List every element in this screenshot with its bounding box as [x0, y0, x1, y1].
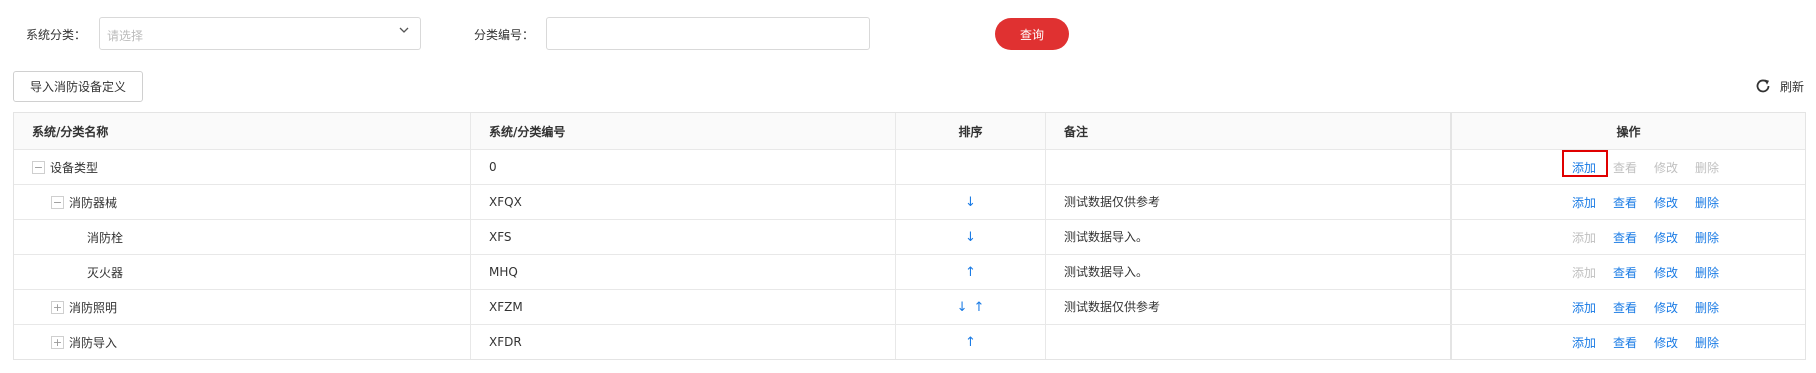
remark-text: 测试数据仅供参考	[1064, 300, 1161, 314]
header-code: 系统/分类编号	[470, 113, 895, 149]
name-cell: + 消防照明	[14, 290, 470, 324]
edit-button[interactable]: 修改	[1654, 194, 1678, 211]
chevron-down-icon	[399, 27, 409, 33]
table-row: 灭火器 MHQ ↑ 测试数据导入。 添加 查看 修改 删除	[14, 254, 1805, 289]
refresh-label: 刷新	[1779, 79, 1804, 94]
expand-icon[interactable]: +	[51, 335, 64, 349]
view-button[interactable]: 查看	[1613, 194, 1637, 211]
remark-cell: 测试数据仅供参考	[1045, 290, 1450, 324]
row-name: 灭火器	[87, 265, 124, 280]
row-name: 消防照明	[69, 300, 118, 315]
category-label: 系统分类：	[26, 28, 87, 42]
sort-cell: ↓	[895, 220, 1045, 254]
add-button[interactable]: 添加	[1572, 299, 1596, 316]
collapse-icon[interactable]: −	[32, 160, 45, 174]
arrow-up-icon[interactable]: ↑	[974, 300, 985, 315]
add-button[interactable]: 添加	[1561, 149, 1608, 177]
view-button[interactable]: 查看	[1613, 334, 1637, 351]
table-row: 消防栓 XFS ↓ 测试数据导入。 添加 查看 修改 删除	[14, 219, 1805, 254]
arrow-up-icon[interactable]: ↑	[965, 335, 976, 350]
table-header-row: 系统/分类名称 系统/分类编号 排序 备注 操作	[14, 113, 1805, 149]
sort-cell	[895, 150, 1045, 184]
code-cell: XFDR	[470, 325, 895, 359]
category-select[interactable]: 请选择	[99, 17, 421, 50]
code-cell: MHQ	[470, 255, 895, 289]
add-button: 添加	[1571, 265, 1596, 280]
sort-cell: ↓	[895, 185, 1045, 219]
expand-icon[interactable]: +	[51, 300, 64, 314]
actions-cell: 添加 查看 修改 删除	[1450, 185, 1805, 219]
table-row: + 消防照明 XFZM ↓ ↑ 测试数据仅供参考 添加 查看 修改 删除	[14, 289, 1805, 324]
actions-cell: 添加 查看 修改 删除	[1450, 149, 1805, 184]
remark-cell: 测试数据仅供参考	[1045, 185, 1450, 219]
remark-cell: 测试数据导入。	[1045, 220, 1450, 254]
remark-cell	[1045, 325, 1450, 359]
add-button[interactable]: 添加	[1572, 194, 1596, 211]
add-button[interactable]: 添加	[1572, 334, 1596, 351]
arrow-down-icon[interactable]: ↓	[957, 300, 968, 315]
row-name: 设备类型	[50, 160, 99, 175]
name-cell: 消防栓	[14, 220, 470, 254]
delete-button[interactable]: 删除	[1695, 299, 1719, 316]
row-name: 消防器械	[69, 195, 118, 210]
row-name: 消防导入	[69, 335, 118, 350]
delete-button[interactable]: 删除	[1695, 194, 1719, 211]
sort-cell: ↑	[895, 325, 1045, 359]
row-name: 消防栓	[87, 230, 124, 245]
view-button[interactable]: 查看	[1613, 264, 1637, 281]
code-input[interactable]	[546, 17, 870, 50]
refresh-icon	[1756, 79, 1770, 93]
delete-button[interactable]: 删除	[1695, 229, 1719, 246]
name-cell: 灭火器	[14, 255, 470, 289]
code-label: 分类编号：	[474, 28, 535, 42]
category-placeholder: 请选择	[107, 29, 144, 43]
actions-cell: 添加 查看 修改 删除	[1450, 255, 1805, 289]
remark-cell: 测试数据导入。	[1045, 255, 1450, 289]
edit-button[interactable]: 修改	[1654, 299, 1678, 316]
header-remark: 备注	[1045, 113, 1450, 149]
actions-cell: 添加 查看 修改 删除	[1450, 325, 1805, 359]
remark-text: 测试数据导入。	[1064, 230, 1149, 244]
import-button[interactable]: 导入消防设备定义	[13, 71, 143, 102]
sort-cell: ↓ ↑	[895, 290, 1045, 324]
table-row: − 设备类型 0 添加 查看 修改 删除	[14, 149, 1805, 184]
delete-button: 删除	[1695, 160, 1720, 175]
name-cell: + 消防导入	[14, 325, 470, 359]
arrow-down-icon[interactable]: ↓	[965, 195, 976, 210]
edit-button: 修改	[1654, 160, 1679, 175]
table-row: + 消防导入 XFDR ↑ 添加 查看 修改 删除	[14, 324, 1805, 359]
delete-button[interactable]: 删除	[1695, 264, 1719, 281]
arrow-up-icon[interactable]: ↑	[965, 265, 976, 280]
remark-cell	[1045, 150, 1450, 184]
remark-text: 测试数据仅供参考	[1064, 195, 1161, 209]
actions-cell: 添加 查看 修改 删除	[1450, 290, 1805, 324]
add-button: 添加	[1571, 230, 1596, 245]
code-cell: XFZM	[470, 290, 895, 324]
code-cell: XFS	[470, 220, 895, 254]
view-button: 查看	[1612, 160, 1637, 175]
refresh-button[interactable]: 刷新	[1754, 77, 1804, 95]
edit-button[interactable]: 修改	[1654, 229, 1678, 246]
sort-cell: ↑	[895, 255, 1045, 289]
category-table: 系统/分类名称 系统/分类编号 排序 备注 操作 − 设备类型 0 添加 查看 …	[13, 112, 1806, 360]
header-actions: 操作	[1450, 113, 1805, 149]
code-cell: 0	[470, 150, 895, 184]
header-name: 系统/分类名称	[32, 124, 109, 139]
arrow-down-icon[interactable]: ↓	[965, 230, 976, 245]
edit-button[interactable]: 修改	[1654, 334, 1678, 351]
edit-button[interactable]: 修改	[1654, 264, 1678, 281]
highlight-box	[1561, 149, 1608, 177]
view-button[interactable]: 查看	[1613, 299, 1637, 316]
delete-button[interactable]: 删除	[1695, 334, 1719, 351]
name-cell: − 设备类型	[14, 150, 470, 184]
code-cell: XFQX	[470, 185, 895, 219]
header-sort: 排序	[895, 113, 1045, 149]
remark-text: 测试数据导入。	[1064, 265, 1149, 279]
table-row: − 消防器械 XFQX ↓ 测试数据仅供参考 添加 查看 修改 删除	[14, 184, 1805, 219]
query-button[interactable]: 查询	[995, 18, 1069, 50]
view-button[interactable]: 查看	[1613, 229, 1637, 246]
collapse-icon[interactable]: −	[51, 195, 64, 209]
name-cell: − 消防器械	[14, 185, 470, 219]
actions-cell: 添加 查看 修改 删除	[1450, 220, 1805, 254]
